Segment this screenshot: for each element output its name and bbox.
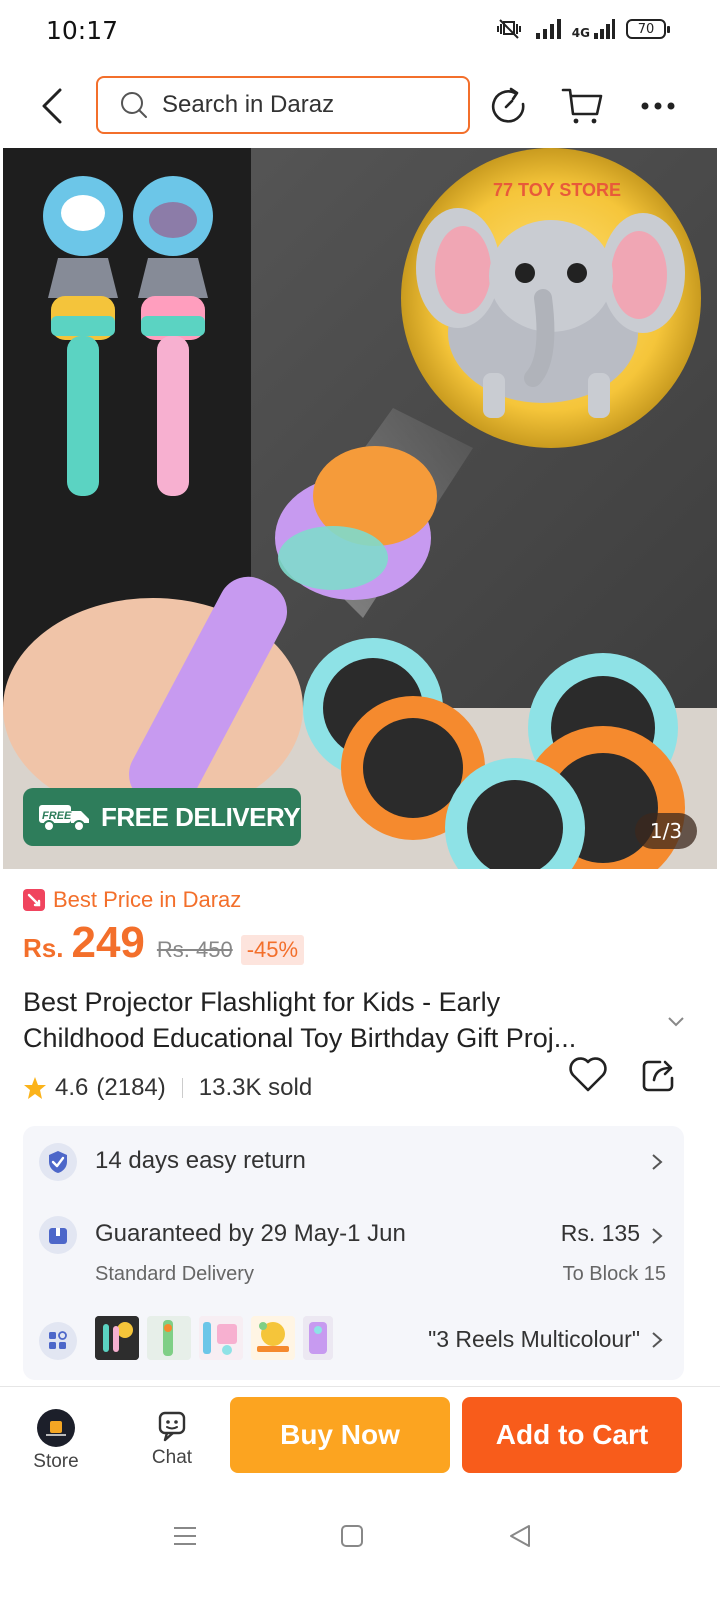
system-menu-button[interactable] bbox=[163, 1514, 207, 1558]
delivery-truck-icon: FREE bbox=[39, 805, 89, 832]
chevron-right-icon bbox=[652, 1228, 663, 1244]
rating-row[interactable]: 4.6 (2184) 13.3K sold bbox=[23, 1074, 312, 1102]
menu-lines-icon bbox=[174, 1527, 196, 1545]
delivery-row[interactable]: Guaranteed by 29 May-1 Jun Standard Deli… bbox=[23, 1206, 684, 1296]
variant-thumbnail[interactable] bbox=[147, 1316, 191, 1360]
top-navigation: Search in Daraz bbox=[0, 64, 720, 148]
signal-icon-2 bbox=[594, 19, 615, 39]
system-back-button[interactable] bbox=[498, 1514, 542, 1558]
best-price-icon bbox=[23, 889, 45, 911]
best-price-text: Best Price in Daraz bbox=[53, 887, 242, 912]
star-icon bbox=[24, 1077, 46, 1099]
back-triangle-icon bbox=[510, 1525, 530, 1547]
free-tag-text: FREE bbox=[42, 810, 72, 822]
history-icon bbox=[491, 87, 525, 123]
variant-thumbnail[interactable] bbox=[251, 1316, 295, 1360]
price-currency: Rs. bbox=[23, 933, 64, 963]
variant-thumbnail[interactable] bbox=[199, 1316, 243, 1360]
store-logo-icon bbox=[37, 1409, 75, 1447]
return-policy-text: 14 days easy return bbox=[95, 1147, 306, 1174]
battery-icon: 70 bbox=[626, 19, 670, 39]
history-button[interactable] bbox=[487, 84, 531, 128]
delivery-guarantee-text: Guaranteed by 29 May-1 Jun bbox=[95, 1220, 406, 1247]
chevron-down-icon bbox=[668, 1017, 684, 1027]
variant-thumbnail[interactable] bbox=[95, 1316, 139, 1360]
rating-divider bbox=[181, 1078, 183, 1098]
return-policy-row[interactable]: 14 days easy return bbox=[23, 1126, 684, 1198]
add-to-cart-button[interactable]: Add to Cart bbox=[462, 1397, 682, 1473]
search-input[interactable]: Search in Daraz bbox=[96, 76, 470, 134]
store-label: Store bbox=[33, 1451, 79, 1472]
service-info-card: 14 days easy return Guaranteed by 29 May… bbox=[23, 1126, 684, 1380]
product-title-line-2: Childhood Educational Toy Birthday Gift … bbox=[23, 1023, 577, 1053]
variant-thumbnail[interactable] bbox=[303, 1316, 333, 1360]
chevron-right-icon bbox=[652, 1332, 663, 1348]
delivery-destination: To Block 15 bbox=[562, 1263, 666, 1285]
search-placeholder: Search in Daraz bbox=[162, 91, 335, 118]
expand-title-button[interactable] bbox=[668, 1012, 684, 1031]
chat-button[interactable]: Chat bbox=[140, 1409, 204, 1469]
delivery-type-text: Standard Delivery bbox=[95, 1263, 254, 1285]
chat-label: Chat bbox=[151, 1447, 193, 1468]
product-title-line-1: Best Projector Flashlight for Kids - Ear… bbox=[23, 987, 501, 1017]
store-button[interactable]: Store bbox=[24, 1409, 88, 1473]
home-square-icon bbox=[341, 1525, 363, 1547]
delivery-price: Rs. 135 bbox=[560, 1220, 640, 1246]
back-arrow-icon bbox=[42, 88, 62, 124]
price-current: 249 bbox=[71, 918, 145, 967]
product-title: Best Projector Flashlight for Kids - Ear… bbox=[23, 984, 663, 1056]
rating-count: (2184) bbox=[96, 1074, 166, 1101]
best-price-label: Best Price in Daraz bbox=[23, 887, 241, 913]
product-photo: 77 TOY STORE bbox=[3, 148, 717, 869]
variant-row[interactable]: "3 Reels Multicolour" bbox=[23, 1316, 684, 1364]
cart-button[interactable] bbox=[561, 84, 605, 128]
free-delivery-text: FREE DELIVERY bbox=[101, 801, 301, 832]
discount-badge: -45% bbox=[240, 935, 305, 965]
watermark-text: 77 TOY STORE bbox=[493, 180, 621, 200]
buy-now-button[interactable]: Buy Now bbox=[230, 1397, 450, 1473]
status-bar: 10:17 4G 70 bbox=[0, 0, 720, 64]
delivery-box-icon bbox=[39, 1216, 77, 1254]
network-type: 4G bbox=[571, 26, 590, 40]
selected-variant-text: "3 Reels Multicolour" bbox=[428, 1326, 640, 1352]
image-counter: 1/3 bbox=[635, 813, 697, 849]
signal-icon bbox=[535, 19, 561, 39]
variants-grid-icon bbox=[39, 1322, 77, 1360]
share-button[interactable] bbox=[640, 1056, 680, 1096]
sold-count: 13.3K sold bbox=[198, 1074, 313, 1101]
more-button[interactable] bbox=[636, 84, 680, 128]
system-navigation-bar bbox=[0, 1486, 720, 1600]
more-dots-icon bbox=[641, 102, 675, 110]
search-icon bbox=[121, 92, 147, 118]
status-time: 10:17 bbox=[46, 16, 119, 45]
wishlist-button[interactable] bbox=[568, 1056, 608, 1096]
price-row: Rs. 249 Rs. 450 -45% bbox=[23, 918, 305, 968]
mute-vibrate-icon bbox=[496, 19, 521, 39]
free-delivery-badge: FREE FREE DELIVERY bbox=[23, 788, 301, 846]
bottom-action-bar: Store Chat Buy Now Add to Cart bbox=[0, 1386, 720, 1486]
chevron-right-icon bbox=[652, 1154, 663, 1170]
heart-icon bbox=[569, 1057, 607, 1092]
rating-score: 4.6 bbox=[55, 1074, 89, 1101]
back-button[interactable] bbox=[32, 84, 72, 128]
chat-icon bbox=[158, 1411, 186, 1442]
share-icon bbox=[642, 1060, 674, 1092]
system-home-button[interactable] bbox=[330, 1514, 374, 1558]
status-icons: 4G 70 bbox=[494, 18, 670, 40]
cart-icon bbox=[561, 88, 603, 124]
product-image-carousel[interactable]: 77 TOY STORE FREE FREE DELIVERY 1/3 bbox=[3, 148, 717, 869]
shield-check-icon bbox=[39, 1143, 77, 1181]
price-original: Rs. 450 bbox=[156, 937, 233, 962]
battery-level: 70 bbox=[637, 21, 655, 37]
